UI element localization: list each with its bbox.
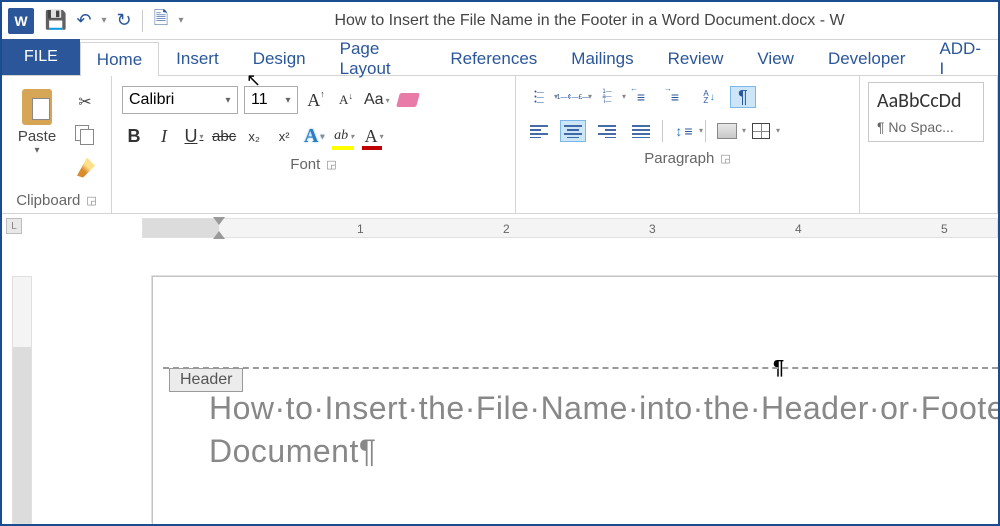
- paste-icon: [20, 86, 54, 126]
- underline-button[interactable]: U▾: [182, 124, 206, 148]
- group-label-clipboard: Clipboard: [16, 192, 80, 209]
- tab-add-ins[interactable]: ADD-I: [922, 41, 998, 75]
- font-size-combo[interactable]: ▾: [244, 86, 298, 114]
- document-page[interactable]: ¶ Header How·to·Insert·the·File·Name·int…: [152, 276, 998, 524]
- style-name-label: ¶ No Spac...: [877, 119, 975, 135]
- window-title: How to Insert the File Name in the Foote…: [187, 12, 992, 30]
- format-painter-icon[interactable]: [72, 155, 98, 181]
- borders-icon[interactable]: ▾: [748, 120, 774, 142]
- title-bar: W 💾 ↶ ▾ ↻ 🗎 ▾ How to Insert the File Nam…: [2, 2, 998, 40]
- copy-icon[interactable]: [72, 122, 98, 148]
- font-color-icon[interactable]: A▾: [362, 124, 386, 148]
- style-sample-text: AaBbCcDd: [877, 89, 975, 113]
- tab-mailings[interactable]: Mailings: [554, 41, 650, 75]
- workspace: L 1 2 3 4 5 ¶ Header How·to·Insert·the·F…: [2, 216, 998, 524]
- ribbon: Paste ▾ ✂ Clipboard ◲ ▾ ▾: [2, 76, 998, 214]
- group-paragraph: ▾ ▾ ▾ ¶ ▾ ▾ ▾ Paragraph ◲: [516, 76, 860, 213]
- undo-dropdown-icon[interactable]: ▾: [98, 7, 110, 35]
- font-name-combo[interactable]: ▾: [122, 86, 238, 114]
- tab-file[interactable]: FILE: [2, 39, 80, 75]
- header-line-2: Document¶: [209, 430, 998, 473]
- decrease-indent-icon[interactable]: [628, 86, 654, 108]
- bold-button[interactable]: B: [122, 124, 146, 148]
- tab-view[interactable]: View: [740, 41, 811, 75]
- ribbon-tabs: FILE Home Insert Design Page Layout Refe…: [2, 40, 998, 76]
- paste-label: Paste: [18, 128, 56, 145]
- numbering-icon[interactable]: ▾: [560, 86, 586, 108]
- header-line-1: How·to·Insert·the·File·Name·into·the·Hea…: [209, 387, 998, 430]
- tab-insert[interactable]: Insert: [159, 41, 236, 75]
- font-name-dropdown-icon[interactable]: ▾: [219, 95, 237, 106]
- clear-formatting-icon[interactable]: [396, 88, 420, 112]
- change-case-button[interactable]: Aa▾: [364, 88, 390, 112]
- clipboard-launcher-icon[interactable]: ◲: [86, 194, 96, 207]
- align-right-icon[interactable]: [594, 120, 620, 142]
- qat-customize-icon[interactable]: ▾: [175, 7, 187, 35]
- group-label-font: Font: [290, 156, 320, 173]
- ruler-top-margin: [13, 347, 31, 523]
- new-doc-icon[interactable]: 🗎: [147, 7, 175, 35]
- tab-page-layout[interactable]: Page Layout: [323, 41, 434, 75]
- ruler-tick: 1: [357, 222, 364, 236]
- group-label-paragraph: Paragraph: [644, 150, 714, 167]
- vertical-ruler[interactable]: [12, 276, 32, 524]
- header-text[interactable]: How·to·Insert·the·File·Name·into·the·Hea…: [209, 387, 998, 473]
- shading-icon[interactable]: ▾: [714, 120, 740, 142]
- tab-review[interactable]: Review: [651, 41, 741, 75]
- ruler-left-margin: [143, 219, 219, 237]
- tab-selector-icon[interactable]: L: [6, 218, 22, 234]
- indent-marker-icon[interactable]: [213, 217, 225, 239]
- tab-home[interactable]: Home: [80, 42, 159, 76]
- tab-developer[interactable]: Developer: [811, 41, 923, 75]
- italic-button[interactable]: I: [152, 124, 176, 148]
- ruler-tick: 5: [941, 222, 948, 236]
- paragraph-launcher-icon[interactable]: ◲: [720, 152, 730, 165]
- ruler-tick: 4: [795, 222, 802, 236]
- font-name-input[interactable]: [123, 87, 219, 113]
- cut-icon[interactable]: ✂: [72, 89, 98, 115]
- justify-icon[interactable]: [628, 120, 654, 142]
- superscript-button[interactable]: x: [272, 124, 296, 148]
- horizontal-ruler[interactable]: 1 2 3 4 5: [142, 218, 998, 238]
- increase-indent-icon[interactable]: [662, 86, 688, 108]
- group-font: ▾ ▾ A A Aa▾ B I U▾ abc x x A▾ ab▾: [112, 76, 516, 213]
- multilevel-list-icon[interactable]: ▾: [594, 86, 620, 108]
- style-no-spacing[interactable]: AaBbCcDd ¶ No Spac...: [868, 82, 984, 142]
- ruler-tick: 3: [649, 222, 656, 236]
- bullets-icon[interactable]: ▾: [526, 86, 552, 108]
- font-size-input[interactable]: [245, 87, 279, 113]
- header-boundary: Header: [163, 367, 998, 369]
- line-spacing-icon[interactable]: ▾: [671, 120, 697, 142]
- tab-references[interactable]: References: [433, 41, 554, 75]
- align-center-icon[interactable]: [560, 120, 586, 142]
- strikethrough-button[interactable]: abc: [212, 124, 236, 148]
- shrink-font-icon[interactable]: A: [334, 88, 358, 112]
- group-styles: AaBbCcDd ¶ No Spac...: [860, 76, 998, 213]
- group-clipboard: Paste ▾ ✂ Clipboard ◲: [2, 76, 112, 213]
- highlight-color-icon[interactable]: ab▾: [332, 124, 356, 148]
- change-case-label: Aa: [364, 91, 384, 109]
- subscript-button[interactable]: x: [242, 124, 266, 148]
- save-icon[interactable]: 💾: [42, 7, 70, 35]
- ruler-tick: 2: [503, 222, 510, 236]
- font-size-dropdown-icon[interactable]: ▾: [279, 95, 297, 106]
- sort-icon[interactable]: [696, 86, 722, 108]
- redo-icon[interactable]: ↻: [110, 7, 138, 35]
- paste-dropdown-icon[interactable]: ▾: [34, 145, 39, 156]
- word-app-icon: W: [8, 8, 34, 34]
- tab-design[interactable]: Design: [236, 41, 323, 75]
- align-left-icon[interactable]: [526, 120, 552, 142]
- font-launcher-icon[interactable]: ◲: [326, 158, 336, 171]
- grow-font-icon[interactable]: A: [304, 88, 328, 112]
- paste-button[interactable]: Paste ▾: [8, 80, 66, 190]
- undo-icon[interactable]: ↶: [70, 7, 98, 35]
- qat-separator: [142, 10, 143, 32]
- show-hide-pilcrow-button[interactable]: ¶: [730, 86, 756, 108]
- text-effects-icon[interactable]: A▾: [302, 124, 326, 148]
